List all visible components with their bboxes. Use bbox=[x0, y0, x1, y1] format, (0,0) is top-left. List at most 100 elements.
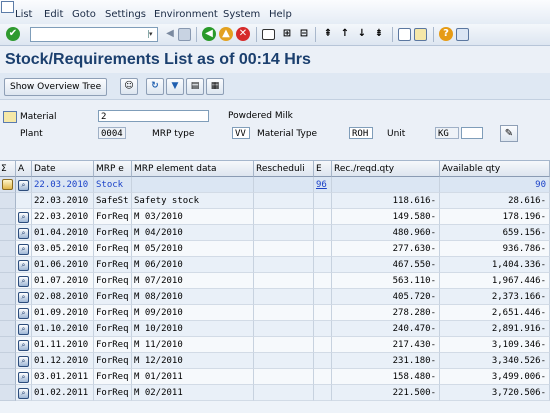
row-icon[interactable]: ⌕ bbox=[16, 273, 32, 289]
row-selector[interactable] bbox=[0, 321, 16, 337]
back-icon[interactable]: ◀ bbox=[202, 27, 216, 41]
print-icon[interactable] bbox=[262, 29, 275, 40]
save-icon[interactable] bbox=[178, 28, 191, 41]
command-dropdown-icon[interactable]: ▾ bbox=[148, 30, 156, 38]
row-selector[interactable] bbox=[0, 177, 16, 193]
table-row[interactable]: ⌕ 22.03.2010 ForReq M 03/2010 149.580- 178.19… bbox=[0, 209, 550, 225]
menu-environment[interactable]: Environment bbox=[154, 9, 218, 20]
filter-icon[interactable]: ▼ bbox=[166, 78, 184, 95]
table-row[interactable]: ⌕ 03.05.2010 ForReq M 05/2010 277.630- 936.78… bbox=[0, 241, 550, 257]
next-page-icon[interactable]: ↓ bbox=[355, 27, 369, 41]
row-icon[interactable]: ⌕ bbox=[16, 385, 32, 401]
element-details-icon[interactable]: ⌕ bbox=[18, 244, 29, 255]
element-details-icon[interactable]: ⌕ bbox=[18, 388, 29, 399]
element-details-icon[interactable]: ⌕ bbox=[18, 292, 29, 303]
element-details-icon[interactable]: ⌕ bbox=[18, 276, 29, 287]
row-selector[interactable] bbox=[0, 209, 16, 225]
table-row[interactable]: ⌕ 01.09.2010 ForReq M 09/2010 278.280- 2,651.… bbox=[0, 305, 550, 321]
calendar-icon[interactable]: ▦ bbox=[206, 78, 224, 95]
table-row[interactable]: ⌕ 03.01.2011 ForReq M 01/2011 158.480- 3,499.… bbox=[0, 369, 550, 385]
back-arrow-icon[interactable]: ◀ bbox=[163, 27, 177, 41]
menu-goto[interactable]: Goto bbox=[72, 9, 96, 20]
menu-help[interactable]: Help bbox=[269, 9, 292, 20]
table-row[interactable]: ⌕ 01.10.2010 ForReq M 10/2010 240.470- 2,891.… bbox=[0, 321, 550, 337]
new-session-icon[interactable] bbox=[398, 28, 411, 41]
element-details-icon[interactable]: ⌕ bbox=[18, 180, 29, 191]
row-selector[interactable] bbox=[0, 337, 16, 353]
material-icon[interactable] bbox=[3, 111, 17, 123]
check-icon[interactable]: ✔ bbox=[6, 27, 20, 41]
cancel-icon[interactable]: ✕ bbox=[236, 27, 250, 41]
layout-icon[interactable] bbox=[456, 28, 469, 41]
element-details-icon[interactable]: ⌕ bbox=[18, 308, 29, 319]
column-header-e[interactable]: E bbox=[314, 161, 332, 177]
row-icon[interactable]: ⌕ bbox=[16, 321, 32, 337]
row-icon[interactable]: ⌕ bbox=[16, 225, 32, 241]
show-overview-tree-button[interactable]: Show Overview Tree bbox=[4, 78, 108, 96]
table-row[interactable]: ⌕ 01.07.2010 ForReq M 07/2010 563.110- 1,967.… bbox=[0, 273, 550, 289]
row-icon[interactable]: ⌕ bbox=[16, 257, 32, 273]
row-icon[interactable]: ⌕ bbox=[16, 337, 32, 353]
table-row[interactable]: ⌕ 01.06.2010 ForReq M 06/2010 467.550- 1,404.… bbox=[0, 257, 550, 273]
table-row[interactable]: ⌕ 01.11.2010 ForReq M 11/2010 217.430- 3,109.… bbox=[0, 337, 550, 353]
row-icon[interactable]: ⌕ bbox=[16, 241, 32, 257]
first-page-icon[interactable]: ⇞ bbox=[321, 27, 335, 41]
row-icon[interactable] bbox=[16, 193, 32, 209]
menu-edit[interactable]: Edit bbox=[44, 9, 63, 20]
menu-list[interactable]: List bbox=[15, 9, 32, 20]
row-selector[interactable] bbox=[0, 289, 16, 305]
column-header-date[interactable]: Date bbox=[32, 161, 94, 177]
table-row[interactable]: ⌕ 01.02.2011 ForReq M 02/2011 221.500- 3,720.… bbox=[0, 385, 550, 401]
find-icon[interactable]: ⊞ bbox=[280, 27, 294, 41]
material-field[interactable]: 2 bbox=[98, 110, 209, 122]
table-row[interactable]: ⌕ 22.03.2010 Stock 96 90 bbox=[0, 177, 550, 193]
grid-print-icon[interactable]: ▤ bbox=[186, 78, 204, 95]
row-selector[interactable] bbox=[0, 241, 16, 257]
exit-icon[interactable]: ▲ bbox=[219, 27, 233, 41]
column-header-a[interactable]: A bbox=[16, 161, 32, 177]
column-header-mrp-element-data[interactable]: MRP element data bbox=[132, 161, 254, 177]
row-icon[interactable]: ⌕ bbox=[16, 209, 32, 225]
shortcut-icon[interactable] bbox=[414, 28, 427, 41]
row-selector[interactable] bbox=[0, 369, 16, 385]
table-row[interactable]: 22.03.2010 SafeSt Safety stock 118.616- 28.6… bbox=[0, 193, 550, 209]
row-selector[interactable] bbox=[0, 273, 16, 289]
column-header-available-qty[interactable]: Available qty bbox=[440, 161, 550, 177]
element-details-icon[interactable]: ⌕ bbox=[18, 260, 29, 271]
element-details-icon[interactable]: ⌕ bbox=[18, 228, 29, 239]
row-selector[interactable] bbox=[0, 305, 16, 321]
element-details-icon[interactable]: ⌕ bbox=[18, 356, 29, 367]
row-icon[interactable]: ⌕ bbox=[16, 353, 32, 369]
menu-system[interactable]: System bbox=[223, 9, 260, 20]
element-details-icon[interactable]: ⌕ bbox=[18, 324, 29, 335]
column-header-rescheduling[interactable]: Rescheduli bbox=[254, 161, 314, 177]
row-selector[interactable] bbox=[0, 193, 16, 209]
table-row[interactable]: ⌕ 01.04.2010 ForReq M 04/2010 480.960- 659.15… bbox=[0, 225, 550, 241]
row-selector[interactable] bbox=[0, 385, 16, 401]
row-selector[interactable] bbox=[0, 257, 16, 273]
help-icon[interactable]: ? bbox=[439, 27, 453, 41]
column-header-rec-reqd-qty[interactable]: Rec./reqd.qty bbox=[332, 161, 440, 177]
row-selector[interactable] bbox=[0, 225, 16, 241]
row-icon[interactable]: ⌕ bbox=[16, 177, 32, 193]
app-icon[interactable] bbox=[1, 1, 14, 13]
menu-settings[interactable]: Settings bbox=[105, 9, 146, 20]
row-selector[interactable] bbox=[0, 353, 16, 369]
command-field[interactable]: ▾ bbox=[30, 27, 158, 42]
prev-page-icon[interactable]: ↑ bbox=[338, 27, 352, 41]
cell-e[interactable]: 96 bbox=[314, 177, 332, 193]
row-icon[interactable]: ⌕ bbox=[16, 305, 32, 321]
last-page-icon[interactable]: ⇟ bbox=[372, 27, 386, 41]
element-details-icon[interactable]: ⌕ bbox=[18, 372, 29, 383]
row-icon[interactable]: ⌕ bbox=[16, 369, 32, 385]
find-next-icon[interactable]: ⊟ bbox=[297, 27, 311, 41]
person-icon[interactable]: ☺ bbox=[120, 78, 138, 95]
table-row[interactable]: ⌕ 02.08.2010 ForReq M 08/2010 405.720- 2,373.… bbox=[0, 289, 550, 305]
column-header-mrp-element[interactable]: MRP e bbox=[94, 161, 132, 177]
element-details-icon[interactable]: ⌕ bbox=[18, 212, 29, 223]
pencil-icon[interactable]: ✎ bbox=[500, 125, 518, 142]
table-row[interactable]: ⌕ 01.12.2010 ForReq M 12/2010 231.180- 3,340.… bbox=[0, 353, 550, 369]
element-details-icon[interactable]: ⌕ bbox=[18, 340, 29, 351]
grid-settings-icon[interactable]: Σ bbox=[0, 161, 16, 177]
row-icon[interactable]: ⌕ bbox=[16, 289, 32, 305]
